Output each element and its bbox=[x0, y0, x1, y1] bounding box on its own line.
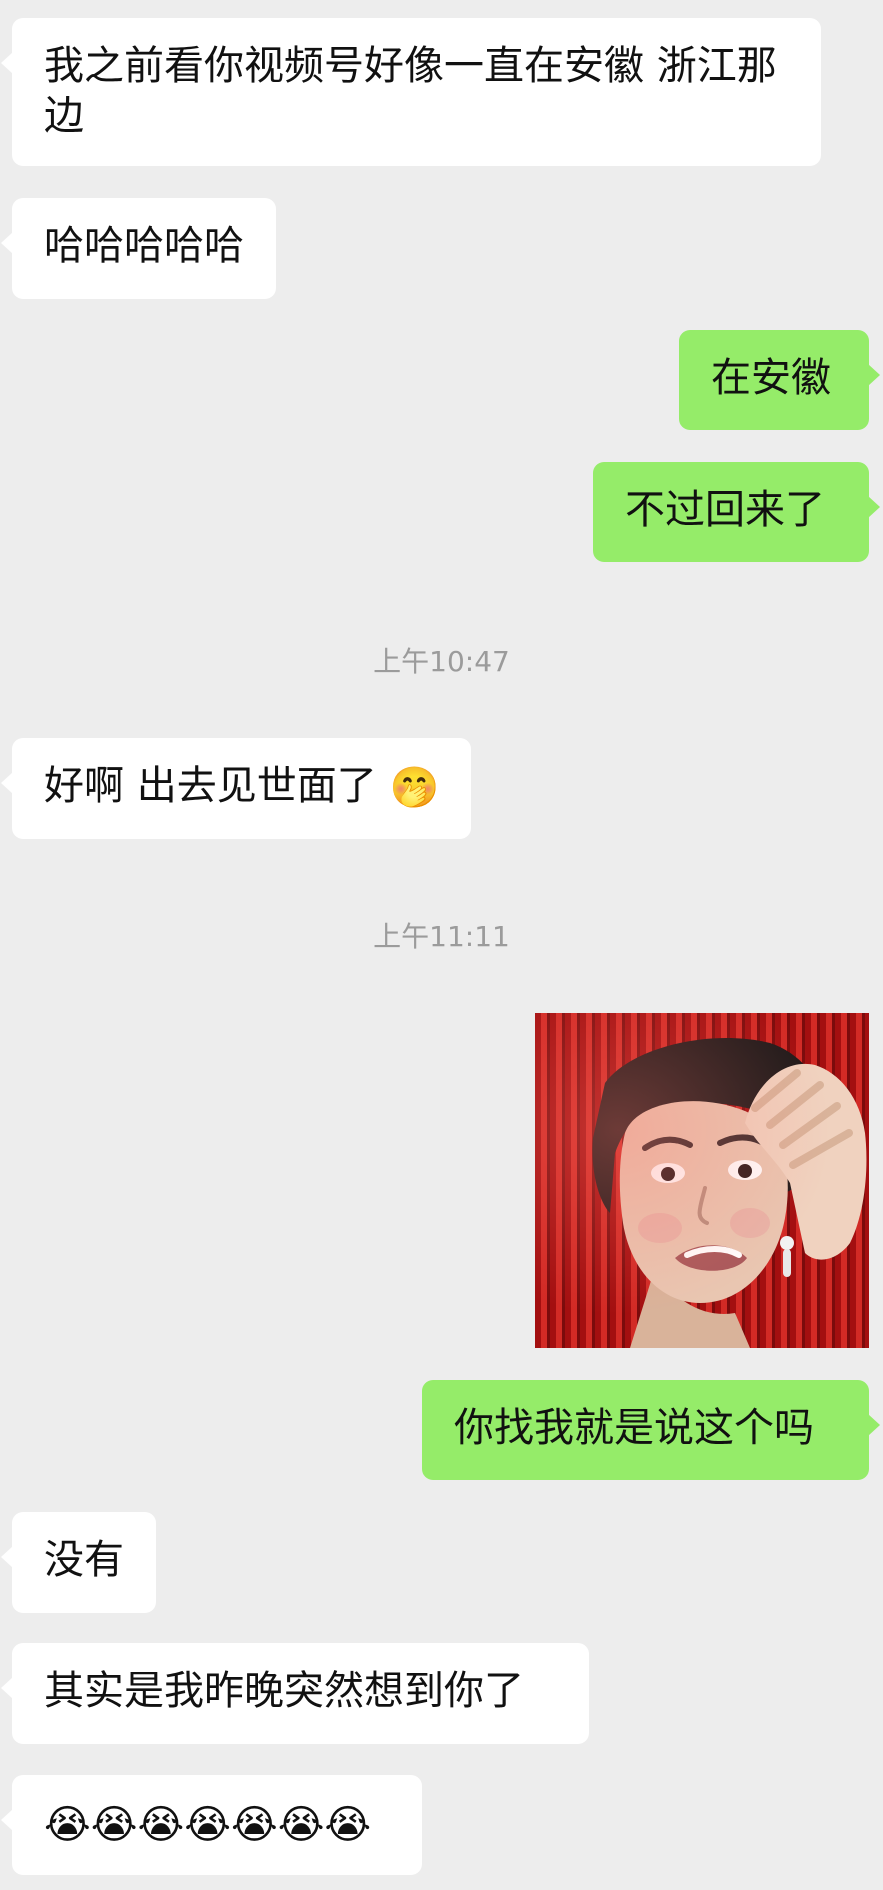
message-text: 在安徽 bbox=[711, 355, 831, 401]
timestamp: 上午10:47 bbox=[373, 645, 510, 678]
message-bubble-left[interactable]: 其实是我昨晚突然想到你了 bbox=[1, 1643, 589, 1744]
crying-face-emoji-icon: 😭😭😭😭😭😭😭 bbox=[44, 1802, 372, 1848]
message-text: 不过回来了 bbox=[625, 487, 825, 533]
message-bubble-right[interactable]: 不过回来了 bbox=[593, 462, 880, 562]
message-text: 没有 bbox=[44, 1537, 124, 1583]
message-bubble-right[interactable]: 在安徽 bbox=[679, 330, 880, 430]
message-bubble-left[interactable]: 哈哈哈哈哈 bbox=[1, 198, 276, 299]
message-text: 其实是我昨晚突然想到你了 bbox=[44, 1668, 524, 1714]
message-text: 你找我就是说这个吗 bbox=[454, 1405, 814, 1451]
image-background bbox=[535, 1013, 869, 1348]
message-text: 好啊 出去见世面了 bbox=[44, 763, 377, 809]
message-text: 哈哈哈哈哈 bbox=[44, 223, 244, 269]
thinking-face-emoji-icon: 🤭 bbox=[389, 765, 440, 811]
meme-image[interactable] bbox=[535, 1013, 869, 1348]
message-bubble-left[interactable]: 😭😭😭😭😭😭😭 bbox=[1, 1775, 422, 1875]
message-text: 我之前看你视频号好像一直在安徽 浙江那边 bbox=[44, 43, 777, 139]
message-bubble-left[interactable]: 我之前看你视频号好像一直在安徽 浙江那边 bbox=[1, 18, 821, 166]
message-bubble-left[interactable]: 没有 bbox=[1, 1512, 156, 1613]
message-bubble-left[interactable]: 好啊 出去见世面了 🤭 bbox=[0, 738, 472, 839]
timestamp: 上午11:11 bbox=[373, 920, 510, 953]
message-bubble-right[interactable]: 你找我就是说这个吗 bbox=[422, 1380, 880, 1480]
